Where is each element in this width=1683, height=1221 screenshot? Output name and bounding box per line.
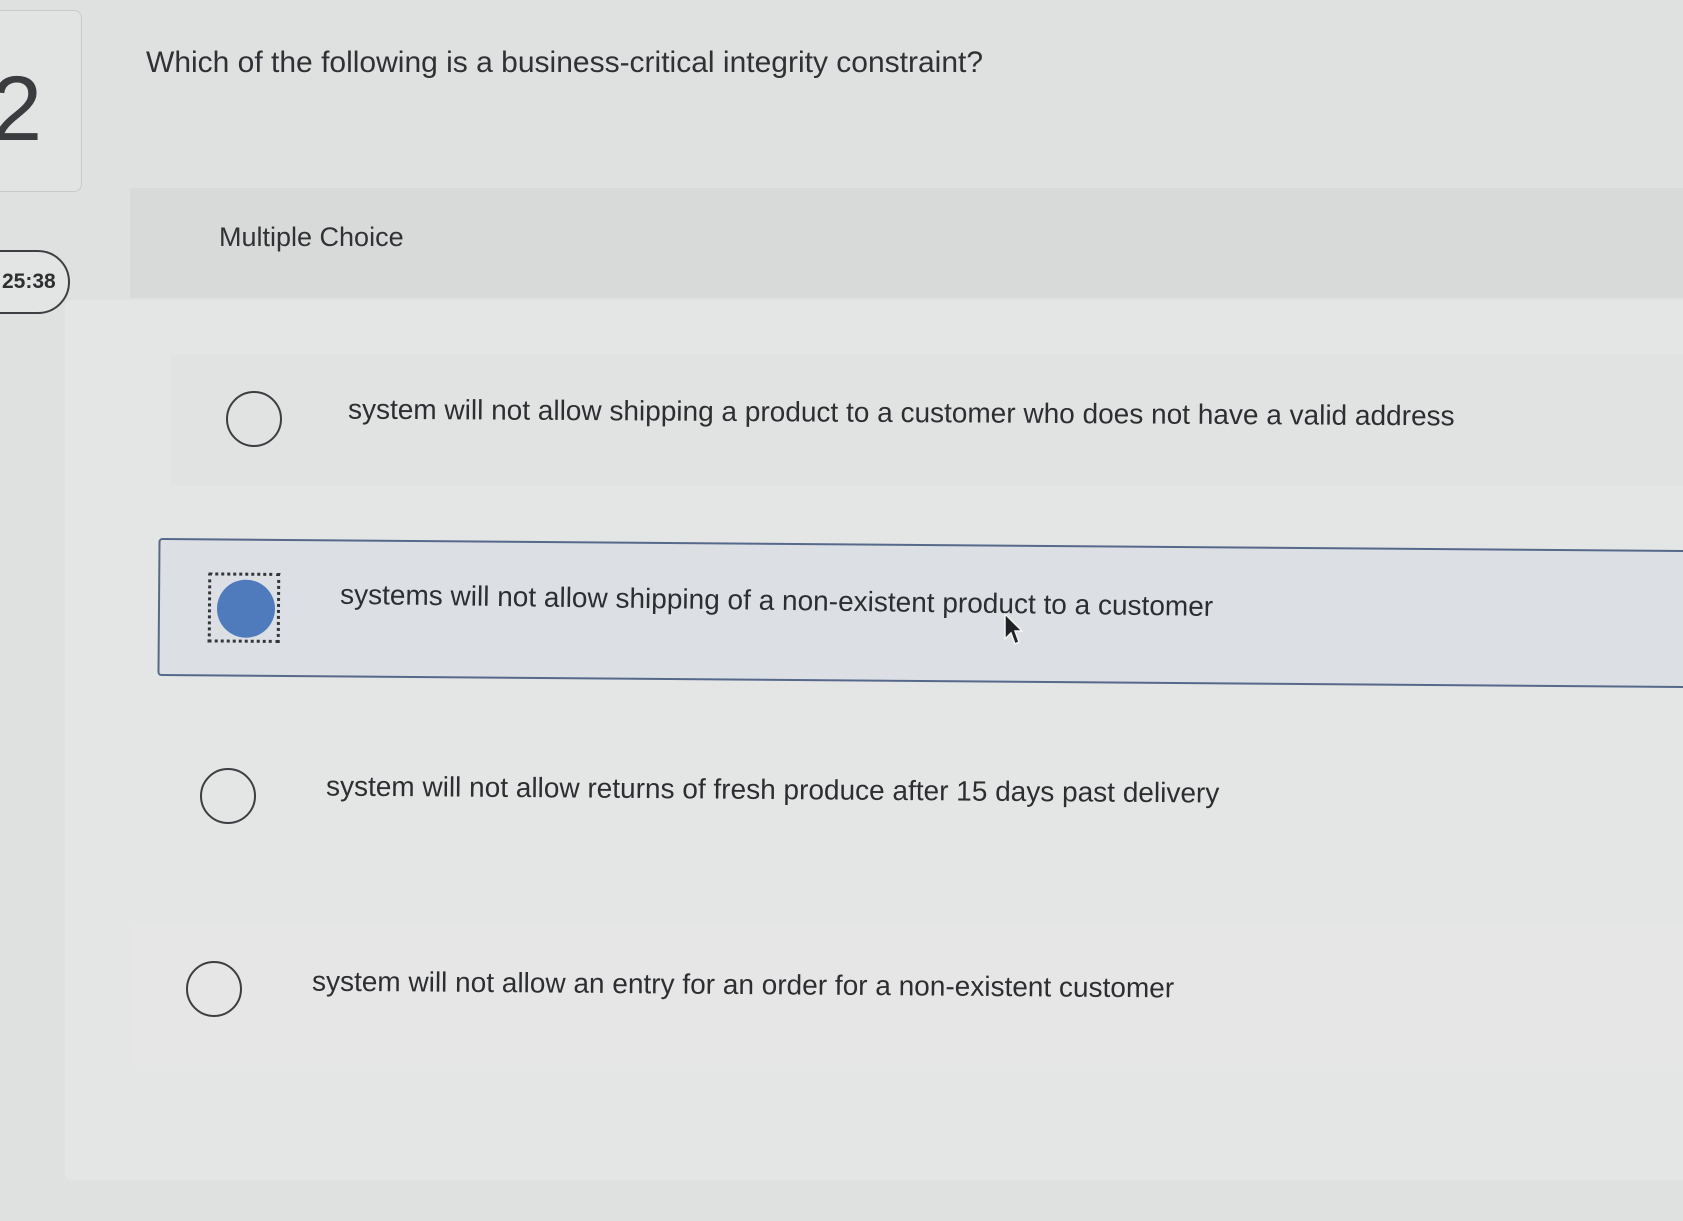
question-number: 2: [0, 58, 43, 160]
question-number-box: 2: [0, 10, 82, 192]
answer-option-1[interactable]: system will not allow shipping a product…: [170, 355, 1683, 485]
option-label: system will not allow shipping a product…: [347, 393, 1455, 432]
option-label: system will not allow returns of fresh p…: [325, 770, 1220, 809]
answer-option-4[interactable]: system will not allow an entry for an or…: [130, 925, 1683, 1065]
radio-button-selected: [216, 579, 276, 638]
radio-button[interactable]: [186, 961, 242, 1017]
timer[interactable]: 25:38: [0, 250, 70, 314]
radio-button[interactable]: [200, 768, 256, 824]
radio-button[interactable]: [226, 391, 282, 447]
question-text: Which of the following is a business-cri…: [146, 46, 984, 79]
choice-type-label: Multiple Choice: [219, 222, 404, 252]
mouse-pointer-icon: [1004, 613, 1023, 646]
option-label: system will not allow an entry for an or…: [311, 965, 1175, 1004]
option-label: systems will not allow shipping of a non…: [339, 578, 1214, 622]
timer-value: 25:38: [2, 270, 56, 293]
answer-option-3[interactable]: system will not allow returns of fresh p…: [140, 730, 1683, 870]
answer-option-2-selected[interactable]: systems will not allow shipping of a non…: [157, 538, 1683, 689]
radio-focus-ring[interactable]: [207, 572, 281, 643]
